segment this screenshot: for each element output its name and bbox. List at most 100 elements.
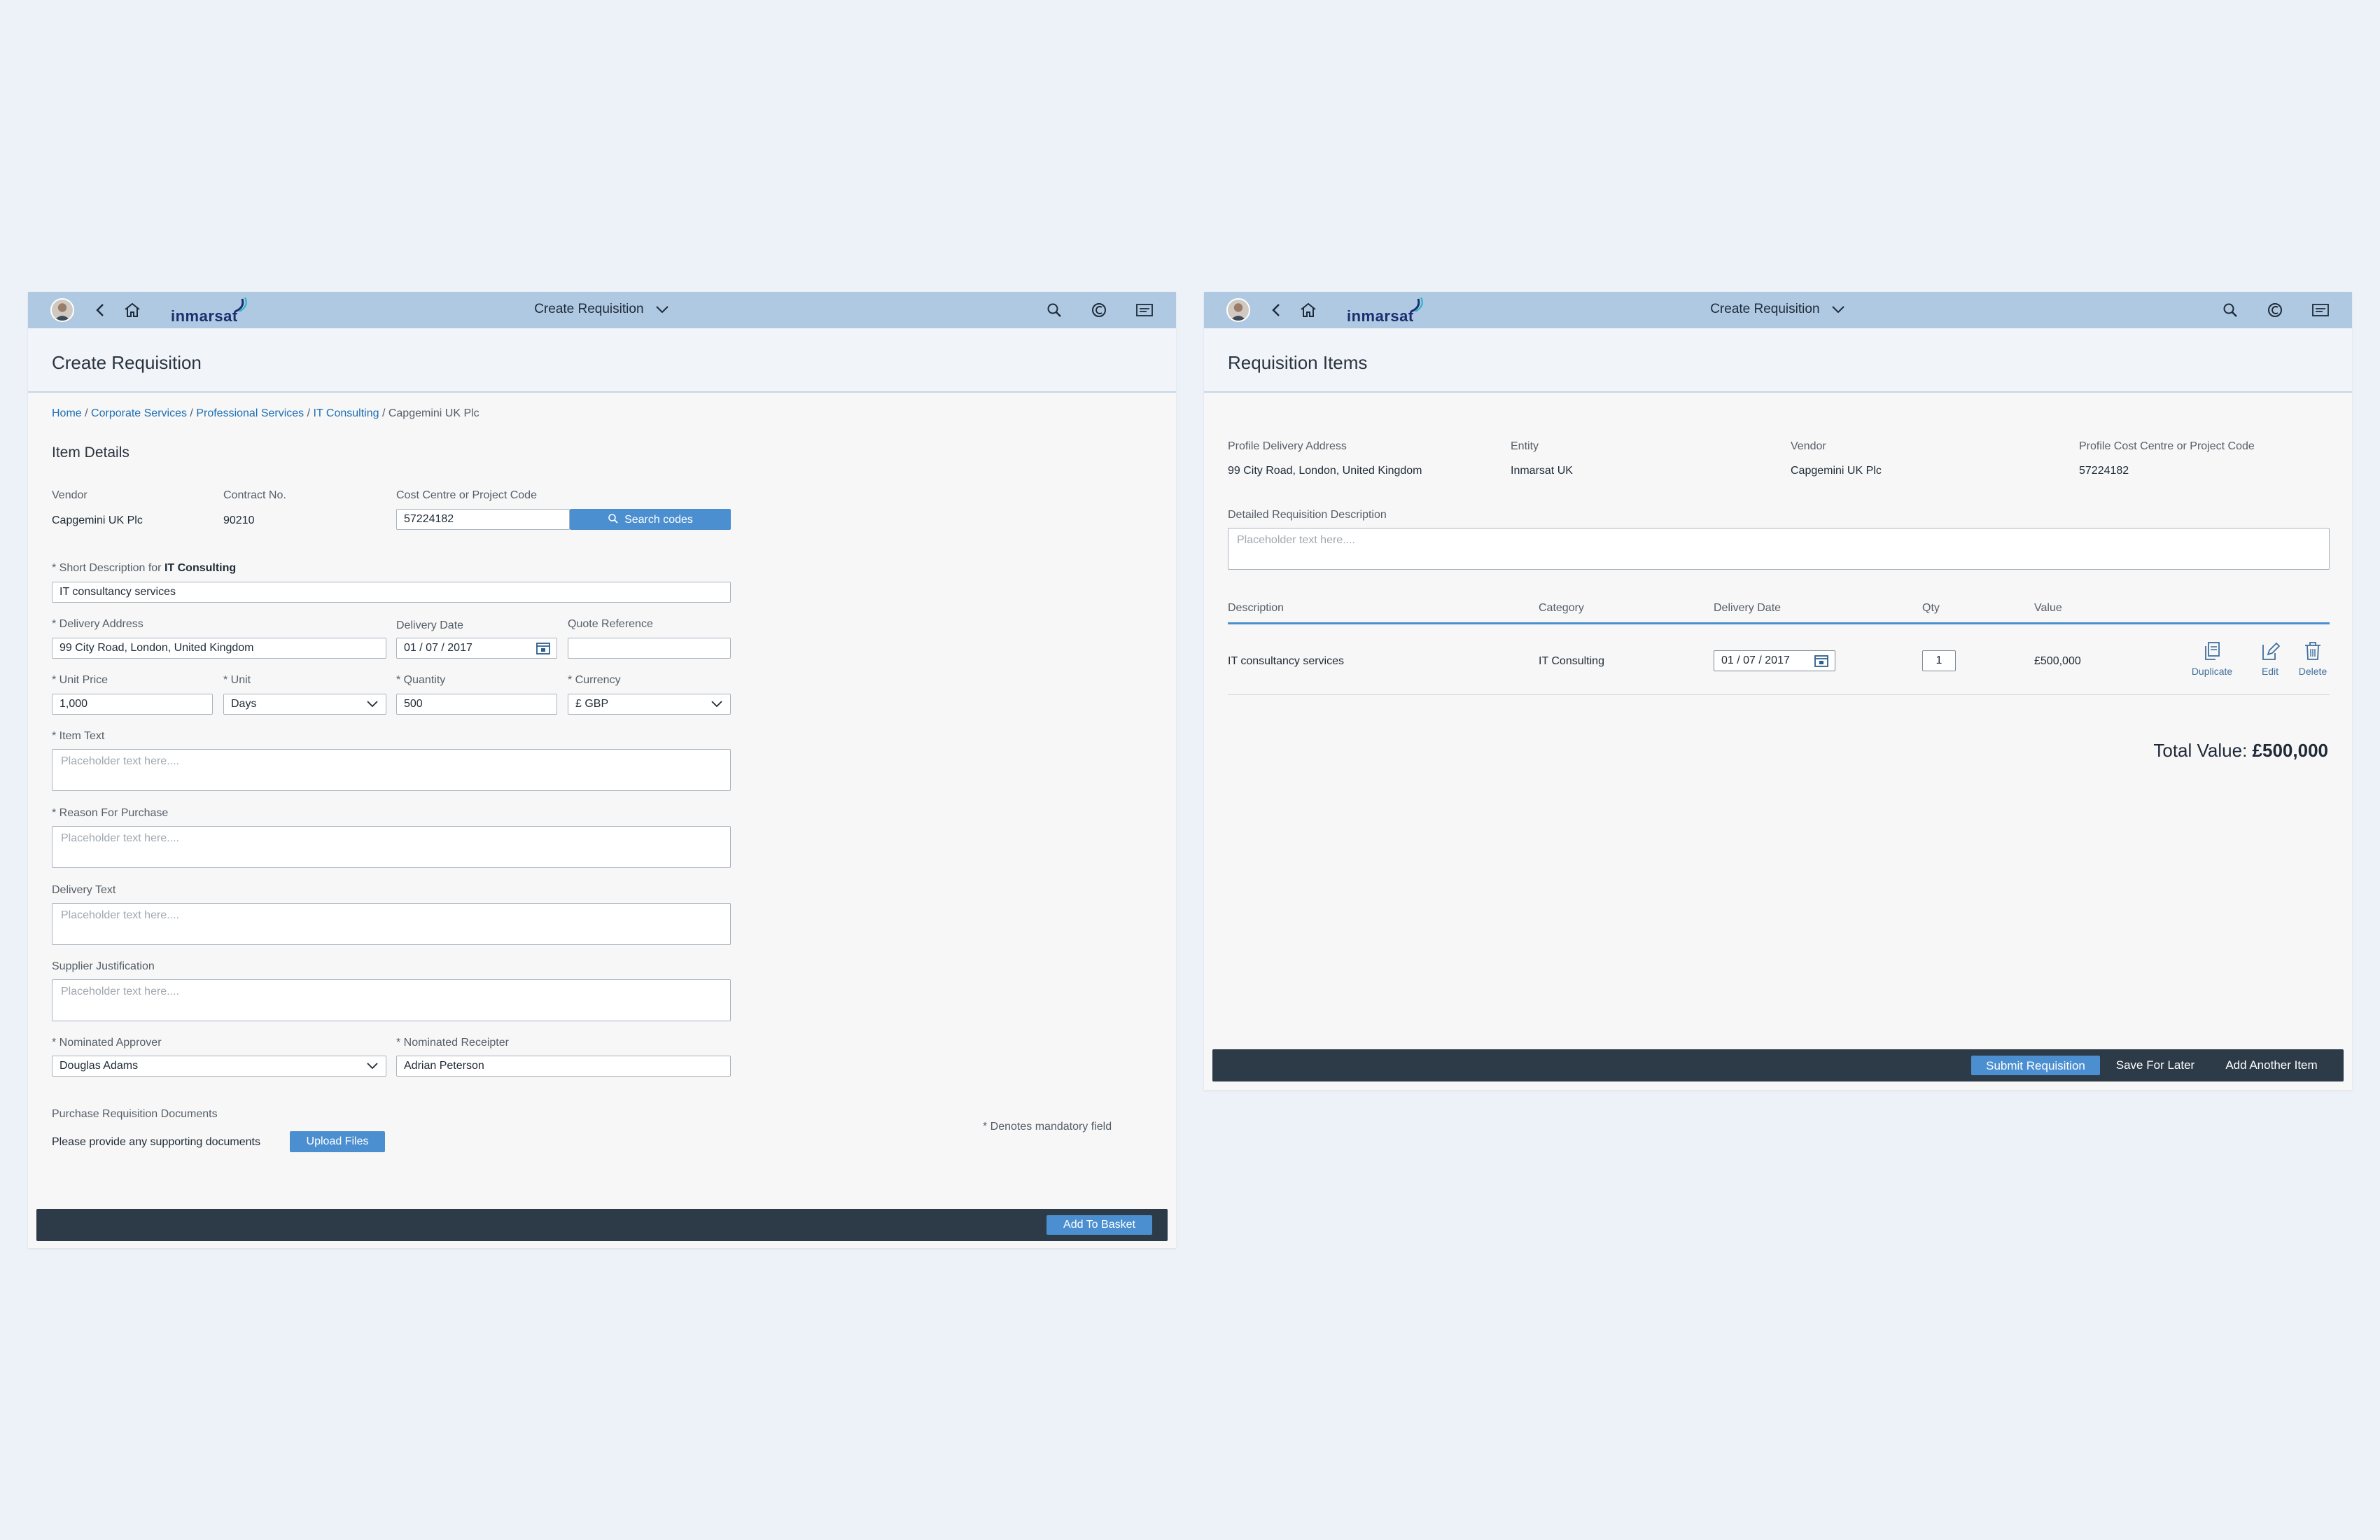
column-header-category[interactable]: Category bbox=[1539, 602, 1584, 615]
add-to-basket-button[interactable]: Add To Basket bbox=[1046, 1215, 1152, 1235]
total-label: Total Value: bbox=[2153, 740, 2253, 761]
add-another-item-button[interactable]: Add Another Item bbox=[2212, 1058, 2331, 1072]
profile-cost-centre-label: Profile Cost Centre or Project Code bbox=[2079, 440, 2255, 452]
search-codes-button[interactable]: Search codes bbox=[570, 509, 731, 530]
breadcrumb-corporate-services[interactable]: Corporate Services bbox=[91, 407, 187, 419]
nominated-approver-value: Douglas Adams bbox=[59, 1060, 139, 1072]
column-header-value[interactable]: Value bbox=[2034, 602, 2062, 615]
calendar-icon[interactable] bbox=[1814, 654, 1829, 668]
nominated-approver-select[interactable]: Douglas Adams bbox=[52, 1056, 386, 1077]
save-for-later-button[interactable]: Save For Later bbox=[2110, 1058, 2201, 1072]
currency-select[interactable]: £ GBP bbox=[568, 694, 731, 715]
mandatory-note: * Denotes mandatory field bbox=[983, 1121, 1112, 1133]
edit-icon bbox=[2262, 642, 2280, 660]
cost-centre-label: Cost Centre or Project Code bbox=[396, 489, 537, 501]
column-header-delivery-date[interactable]: Delivery Date bbox=[1714, 602, 1781, 615]
row-delivery-date-input[interactable]: 01 / 07 / 2017 bbox=[1714, 650, 1835, 671]
cost-centre-input[interactable]: 57224182 bbox=[396, 509, 570, 530]
chevron-down-icon bbox=[711, 701, 722, 708]
menu-icon[interactable] bbox=[1135, 302, 1154, 318]
row-qty-input[interactable]: 1 bbox=[1922, 650, 1956, 671]
vendor-value: Capgemini UK Plc bbox=[1791, 465, 1882, 477]
entity-label: Entity bbox=[1511, 440, 1539, 452]
breadcrumb-separator: / bbox=[186, 407, 197, 419]
delivery-address-input[interactable]: 99 City Road, London, United Kingdom bbox=[52, 638, 386, 659]
breadcrumb-separator: / bbox=[304, 407, 314, 419]
calendar-icon[interactable] bbox=[536, 641, 551, 655]
chevron-down-icon bbox=[367, 1063, 378, 1070]
short-description-input[interactable]: IT consultancy services bbox=[52, 582, 731, 603]
short-description-prefix: * Short Description for bbox=[52, 562, 164, 574]
delivery-date-input[interactable]: 01 / 07 / 2017 bbox=[396, 638, 557, 659]
contract-label: Contract No. bbox=[223, 489, 286, 501]
upload-files-button[interactable]: Upload Files bbox=[290, 1131, 385, 1152]
row-divider bbox=[1228, 694, 2330, 695]
documents-title: Purchase Requisition Documents bbox=[52, 1108, 218, 1120]
trash-icon bbox=[2305, 642, 2320, 660]
search-codes-label: Search codes bbox=[624, 514, 693, 526]
page-title: Create Requisition bbox=[52, 352, 202, 373]
search-icon[interactable] bbox=[1046, 302, 1063, 318]
delivery-text-textarea[interactable]: Placeholder text here.... bbox=[52, 903, 731, 945]
create-requisition-screen: inmarsat Create Requisition Create Requi… bbox=[28, 292, 1176, 1248]
app-title-menu[interactable]: Create Requisition bbox=[1204, 302, 2352, 317]
submit-requisition-button[interactable]: Submit Requisition bbox=[1971, 1056, 2100, 1075]
vendor-value: Capgemini UK Plc bbox=[52, 514, 143, 526]
supplier-justification-textarea[interactable]: Placeholder text here.... bbox=[52, 979, 731, 1021]
delete-action[interactable]: Delete bbox=[2290, 640, 2335, 677]
breadcrumb-it-consulting[interactable]: IT Consulting bbox=[314, 407, 379, 419]
shell-bar: inmarsat Create Requisition bbox=[1204, 292, 2352, 328]
quote-reference-input[interactable] bbox=[568, 638, 731, 659]
copilot-icon[interactable] bbox=[1091, 302, 1107, 318]
reason-for-purchase-label: * Reason For Purchase bbox=[52, 807, 169, 819]
quantity-label: * Quantity bbox=[396, 674, 446, 686]
unit-select[interactable]: Days bbox=[223, 694, 386, 715]
total-value: Total Value: £500,000 bbox=[2153, 740, 2328, 762]
column-header-description[interactable]: Description bbox=[1228, 602, 1284, 615]
profile-delivery-address-value: 99 City Road, London, United Kingdom bbox=[1228, 465, 1422, 477]
quantity-input[interactable]: 500 bbox=[396, 694, 557, 715]
unit-price-input[interactable]: 1,000 bbox=[52, 694, 213, 715]
breadcrumb-current: Capgemini UK Plc bbox=[388, 407, 479, 419]
duplicate-action[interactable]: Duplicate bbox=[2184, 640, 2240, 677]
detailed-description-textarea[interactable]: Placeholder text here.... bbox=[1228, 528, 2330, 570]
app-title: Create Requisition bbox=[534, 302, 644, 316]
nominated-approver-label: * Nominated Approver bbox=[52, 1037, 162, 1049]
section-title-item-details: Item Details bbox=[52, 444, 130, 461]
item-text-textarea[interactable]: Placeholder text here.... bbox=[52, 749, 731, 791]
row-value: £500,000 bbox=[2034, 655, 2081, 667]
search-icon[interactable] bbox=[2222, 302, 2239, 318]
delivery-address-label: * Delivery Address bbox=[52, 618, 144, 630]
breadcrumb-separator: / bbox=[379, 407, 388, 419]
detailed-description-label: Detailed Requisition Description bbox=[1228, 509, 1387, 521]
edit-action[interactable]: Edit bbox=[2242, 640, 2298, 677]
page-header: Requisition Items bbox=[1204, 328, 2352, 393]
chevron-down-icon bbox=[1832, 306, 1844, 314]
menu-icon[interactable] bbox=[2311, 302, 2330, 318]
column-header-qty[interactable]: Qty bbox=[1922, 602, 1940, 615]
delete-label: Delete bbox=[2298, 666, 2328, 677]
breadcrumb-home[interactable]: Home bbox=[52, 407, 82, 419]
footer-toolbar: Submit Requisition Save For Later Add An… bbox=[1212, 1049, 2344, 1082]
currency-value: £ GBP bbox=[575, 698, 609, 710]
currency-label: * Currency bbox=[568, 674, 621, 686]
contract-value: 90210 bbox=[223, 514, 255, 526]
table-header-underline bbox=[1228, 622, 2330, 624]
footer-toolbar: Add To Basket bbox=[36, 1209, 1168, 1241]
reason-for-purchase-textarea[interactable]: Placeholder text here.... bbox=[52, 826, 731, 868]
delivery-date-value: 01 / 07 / 2017 bbox=[404, 642, 472, 654]
short-description-category: IT Consulting bbox=[164, 562, 237, 574]
nominated-receipter-input[interactable]: Adrian Peterson bbox=[396, 1056, 731, 1077]
profile-delivery-address-label: Profile Delivery Address bbox=[1228, 440, 1347, 452]
breadcrumb-separator: / bbox=[81, 407, 92, 419]
search-icon bbox=[608, 514, 618, 524]
copilot-icon[interactable] bbox=[2267, 302, 2283, 318]
breadcrumb-professional-services[interactable]: Professional Services bbox=[196, 407, 304, 419]
total-amount: £500,000 bbox=[2252, 740, 2328, 761]
app-title-menu[interactable]: Create Requisition bbox=[28, 302, 1176, 317]
nominated-receipter-label: * Nominated Receipter bbox=[396, 1037, 509, 1049]
delivery-text-label: Delivery Text bbox=[52, 884, 116, 896]
shell-bar: inmarsat Create Requisition bbox=[28, 292, 1176, 328]
app-title: Create Requisition bbox=[1710, 302, 1820, 316]
edit-label: Edit bbox=[2261, 666, 2279, 677]
